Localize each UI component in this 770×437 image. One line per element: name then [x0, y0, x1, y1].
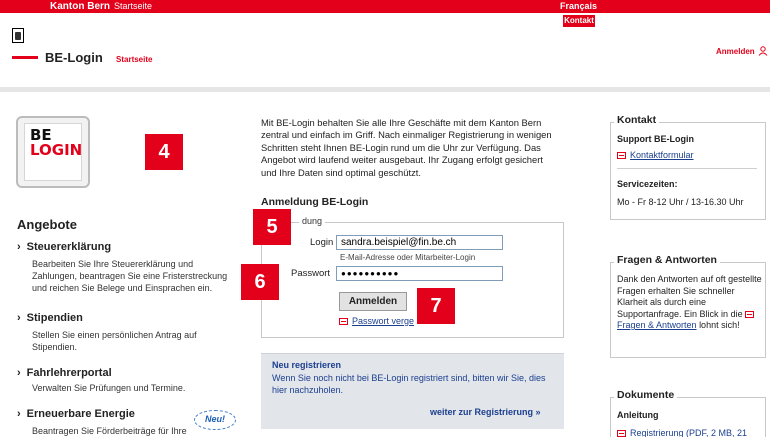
passwort-vergessen-label[interactable]: Passwort verge [352, 316, 414, 326]
faq-text: Dank den Antworten auf oft gestellte Fra… [617, 274, 763, 332]
arrow-link-icon [339, 318, 348, 325]
offer-desc: Stellen Sie einen persönlichen Antrag au… [32, 330, 197, 352]
faq-text-body: Dank den Antworten auf oft gestellte Fra… [617, 274, 762, 319]
password-input[interactable]: ●●●●●●●●●● [336, 266, 503, 281]
faq-link[interactable]: Fragen & Antworten [617, 320, 697, 330]
offer-stipendien[interactable]: Stipendien Stellen Sie einen persönliche… [17, 312, 232, 353]
register-heading: Neu registrieren [272, 360, 342, 370]
be-login-logo: BE LOGIN [16, 116, 90, 188]
kanton-bern-link[interactable]: Kanton Bern Startseite [50, 1, 152, 12]
startseite-header-link[interactable]: Startseite [116, 55, 152, 64]
faq-text-after: lohnt sich! [699, 320, 740, 330]
login-hint: E-Mail-Adresse oder Mitarbeiter-Login [340, 253, 476, 262]
logo-inner: BE LOGIN [24, 123, 82, 181]
arrow-link-icon [617, 152, 626, 159]
pdf-icon [617, 430, 626, 437]
header-red-line [12, 56, 38, 59]
logo-login: LOGIN [30, 141, 83, 159]
badge-4: 4 [145, 134, 183, 170]
badge-7: 7 [417, 288, 455, 324]
servicezeiten-label: Servicezeiten: [617, 179, 678, 189]
dokumente-heading: Dokumente [614, 389, 678, 401]
offer-title[interactable]: Stipendien [17, 312, 232, 324]
support-label: Support BE-Login [617, 134, 694, 144]
weiter-registrierung-link[interactable]: weiter zur Registrierung » [430, 407, 541, 417]
login-label: Login [310, 237, 334, 248]
offer-desc: Verwalten Sie Prüfungen und Termine. [32, 383, 186, 393]
offer-title[interactable]: Steuererklärung [17, 241, 232, 253]
top-bar: Kanton Bern Startseite Français [0, 0, 770, 13]
brand-label: Kanton Bern [50, 1, 110, 12]
logo-text: BE LOGIN [30, 128, 82, 158]
header-divider [0, 87, 770, 92]
badge-5: 5 [253, 209, 291, 245]
offer-steuererklaerung[interactable]: Steuererklärung Bearbeiten Sie Ihre Steu… [17, 241, 232, 294]
badge-6: 6 [241, 264, 279, 300]
language-francais-link[interactable]: Français [560, 1, 597, 11]
kontakt-top-link[interactable]: Kontakt [563, 15, 595, 27]
fieldset-legend: dung [299, 216, 326, 226]
startseite-top-link[interactable]: Startseite [114, 1, 152, 11]
anmelden-button[interactable]: Anmelden [339, 292, 407, 311]
anmelden-header-link[interactable]: Anmelden [716, 47, 755, 56]
bern-crest-icon [12, 28, 24, 43]
anmeldung-heading: Anmeldung BE-Login [261, 196, 369, 208]
offer-title[interactable]: Fahrlehrerportal [17, 367, 232, 379]
login-input[interactable]: sandra.beispiel@fin.be.ch [336, 235, 503, 250]
user-icon[interactable] [758, 46, 768, 56]
faq-heading: Fragen & Antworten [614, 254, 720, 266]
offer-desc: Bearbeiten Sie Ihre Steuererklärung und … [32, 259, 228, 293]
arrow-link-icon [745, 310, 755, 318]
kontaktformular-link[interactable]: Kontaktformular [617, 150, 694, 162]
kontaktformular-label[interactable]: Kontaktformular [630, 150, 694, 160]
register-text: Wenn Sie noch nicht bei BE-Login registr… [272, 373, 546, 395]
registrierung-pdf-label[interactable]: Registrierung (PDF, 2 MB, 21 [630, 428, 747, 437]
kontakt-heading: Kontakt [614, 114, 660, 126]
passwort-vergessen-link[interactable]: Passwort verge [339, 316, 414, 326]
registrierung-pdf-link[interactable]: Registrierung (PDF, 2 MB, 21 [617, 428, 747, 437]
kontakt-separator [617, 168, 757, 169]
servicezeiten-value: Mo - Fr 8-12 Uhr / 13-16.30 Uhr [617, 197, 744, 207]
password-label: Passwort [291, 268, 331, 279]
anleitung-label: Anleitung [617, 410, 659, 420]
angebote-heading: Angebote [17, 217, 77, 232]
offer-fahrlehrerportal[interactable]: Fahrlehrerportal Verwalten Sie Prüfungen… [17, 367, 232, 394]
app-title: BE-Login [45, 50, 103, 65]
neu-badge: Neu! [194, 410, 236, 430]
intro-text: Mit BE-Login behalten Sie alle Ihre Gesc… [261, 117, 552, 178]
